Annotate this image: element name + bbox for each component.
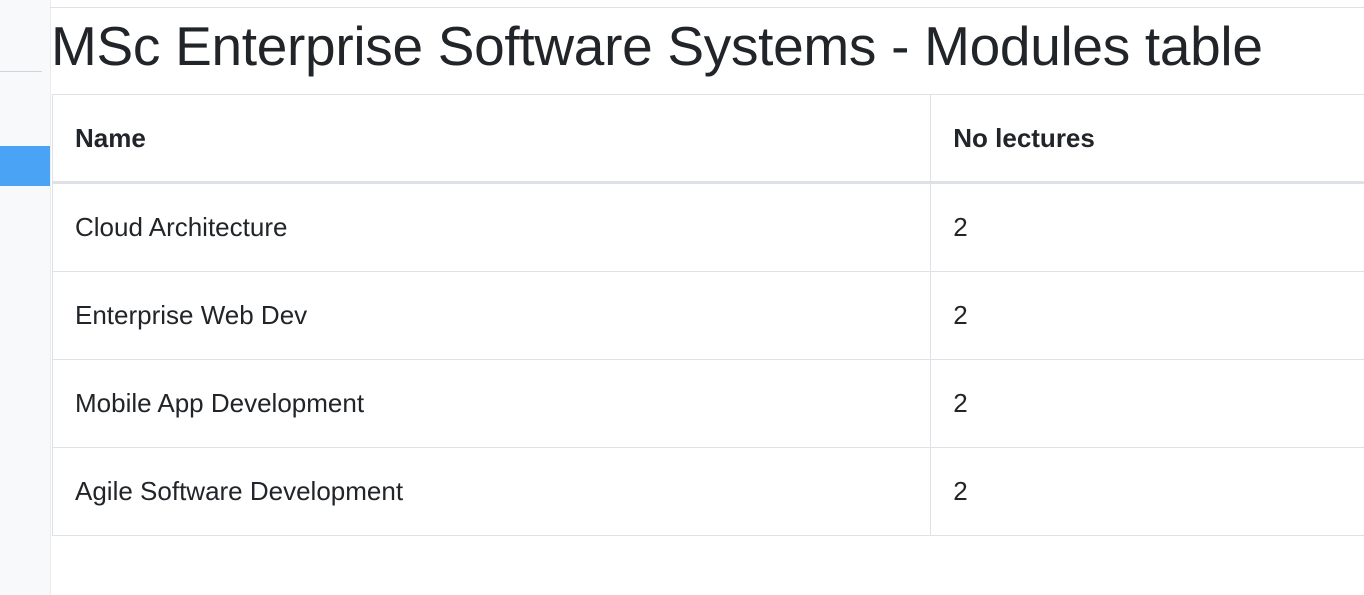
table-header-row: Name No lectures (51, 94, 1364, 184)
top-divider (50, 7, 1364, 8)
sidebar-divider (0, 71, 42, 72)
table-row: Cloud Architecture 2 (51, 182, 1364, 272)
module-lectures-cell: 2 (930, 359, 1364, 448)
table-row: Mobile App Development 2 (51, 359, 1364, 448)
module-lectures-cell: 2 (930, 182, 1364, 272)
module-name-cell: Cloud Architecture (51, 182, 932, 272)
table-row: Agile Software Development 2 (51, 447, 1364, 536)
module-name-cell: Enterprise Web Dev (51, 271, 932, 360)
module-name-cell: Agile Software Development (51, 447, 932, 536)
column-header-name[interactable]: Name (51, 94, 932, 184)
module-lectures-cell: 2 (930, 447, 1364, 536)
sidebar-item-active[interactable] (0, 146, 50, 186)
module-name-cell: Mobile App Development (51, 359, 932, 448)
column-header-lectures[interactable]: No lectures (930, 94, 1364, 184)
modules-table: Name No lectures Cloud Architecture 2 En… (51, 94, 1364, 536)
table-row: Enterprise Web Dev 2 (51, 271, 1364, 360)
sidebar (0, 0, 51, 595)
page-title: MSc Enterprise Software Systems - Module… (51, 15, 1263, 77)
module-lectures-cell: 2 (930, 271, 1364, 360)
